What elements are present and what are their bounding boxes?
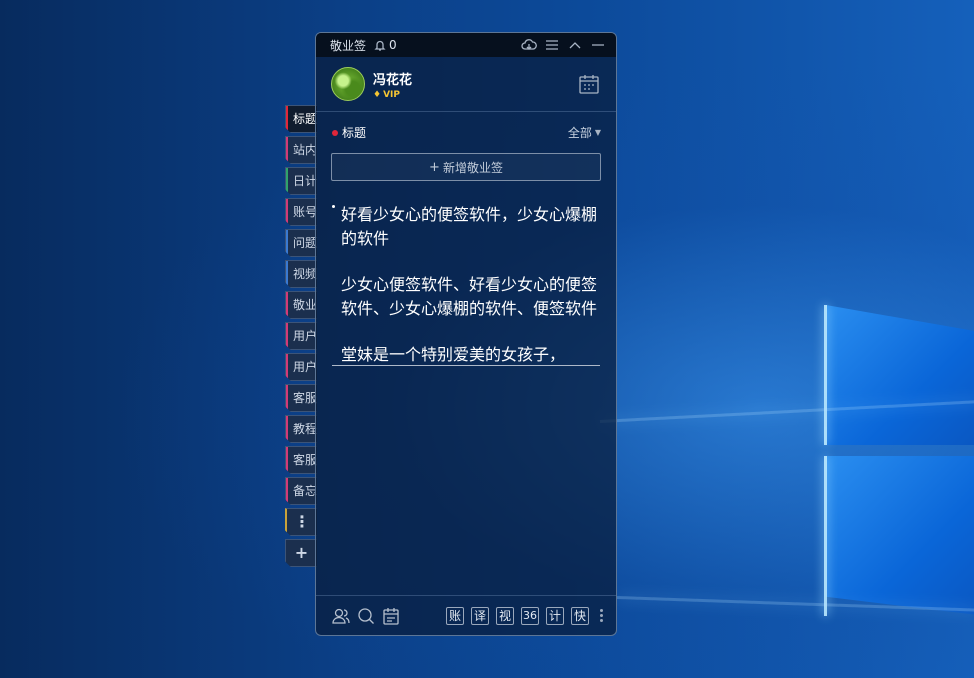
user-bar: 冯花花 ♦ VIP <box>316 57 616 112</box>
section-header: 标题 全部 ▼ <box>316 112 616 141</box>
note-paragraph: 堂妹是一个特别爱美的女孩子， <box>341 345 566 363</box>
tab-color-stripe <box>286 323 288 349</box>
avatar[interactable] <box>331 67 365 101</box>
minimize-icon[interactable] <box>590 37 606 53</box>
notification-count: 0 <box>389 38 397 52</box>
quick-button[interactable]: 快 <box>571 606 589 625</box>
tab-color-stripe <box>286 478 288 504</box>
tab-color-stripe <box>286 354 288 380</box>
side-tab[interactable]: 日计 <box>285 167 317 195</box>
section-color-dot <box>332 129 338 136</box>
side-tab[interactable]: 标题 <box>285 105 317 133</box>
caret-down-icon: ▼ <box>594 128 601 137</box>
gem-icon: ♦ <box>373 89 382 100</box>
quick-button[interactable]: 译 <box>471 606 489 625</box>
side-tab[interactable]: 敬业 <box>285 291 317 319</box>
menu-icon[interactable] <box>544 37 560 53</box>
side-add-button[interactable]: + <box>285 539 317 567</box>
side-tab-label: 账号 <box>293 205 317 219</box>
vip-label: VIP <box>383 89 400 100</box>
side-tab-label: 客服 <box>293 453 317 467</box>
side-tab[interactable]: 账号 <box>285 198 317 226</box>
tab-color-stripe <box>286 106 288 132</box>
note-bullet <box>332 205 335 208</box>
side-tab[interactable]: 问题 <box>285 229 317 257</box>
side-tab-label: 用户 <box>293 329 317 343</box>
side-tab-label: 用户 <box>293 360 317 374</box>
sticky-note-window: 敬业签 0 冯花花 ♦ VIP 标题 全部 ▼ + 新增敬业签 好看少女心的便签… <box>315 32 617 636</box>
side-tab[interactable]: 客服 <box>285 446 317 474</box>
note-paragraph: 少女心便签软件、好看少女心的便签软件、少女心爆棚的软件、便签软件 <box>341 275 598 318</box>
note-divider <box>332 365 600 366</box>
side-tab-label: 标题 <box>293 112 317 126</box>
filter-label: 全部 <box>567 126 592 140</box>
side-tab[interactable]: 备忘 <box>285 477 317 505</box>
vip-badge[interactable]: ♦ VIP <box>373 90 577 100</box>
side-tab-label: 备忘 <box>293 484 317 498</box>
filter-dropdown[interactable]: 全部 ▼ <box>568 124 601 141</box>
side-tab[interactable]: 客服 <box>285 384 317 412</box>
quick-button[interactable]: 36 <box>521 606 539 625</box>
tab-color-stripe <box>286 261 288 287</box>
tab-color-stripe <box>286 137 288 163</box>
cloud-sync-icon[interactable] <box>521 37 537 53</box>
side-tab-label: 视频 <box>293 267 317 281</box>
side-tab[interactable]: 用户 <box>285 353 317 381</box>
side-more-button[interactable]: ⋮ <box>285 508 317 536</box>
quick-button[interactable]: 账 <box>446 606 464 625</box>
windows-logo-pane <box>826 456 974 616</box>
side-tab[interactable]: 站内 <box>285 136 317 164</box>
tab-color-stripe <box>286 292 288 318</box>
side-tab[interactable]: 教程 <box>285 415 317 443</box>
side-tab-label: 教程 <box>293 422 317 436</box>
title-bar[interactable]: 敬业签 0 <box>316 33 616 57</box>
side-tab-label: 日计 <box>293 174 317 188</box>
side-tab-label: 站内 <box>293 143 317 157</box>
note-paragraph: 好看少女心的便签软件，少女心爆棚的软件 <box>341 205 598 248</box>
chevron-up-icon[interactable] <box>567 37 583 53</box>
quick-buttons: 账译视 36 计快 <box>439 606 589 625</box>
contacts-icon[interactable] <box>330 605 352 627</box>
quick-button[interactable]: 视 <box>496 606 514 625</box>
side-tab-label: 问题 <box>293 236 317 250</box>
add-note-label: 新增敬业签 <box>442 160 503 175</box>
windows-logo-pane <box>826 305 974 445</box>
side-tab[interactable]: 视频 <box>285 260 317 288</box>
calendar-icon[interactable] <box>577 72 601 96</box>
add-note-button[interactable]: + 新增敬业签 <box>331 153 601 181</box>
notes-icon[interactable] <box>380 605 402 627</box>
tab-color-stripe <box>286 416 288 442</box>
side-tab-label: 敬业 <box>293 298 317 312</box>
tab-color-stripe <box>286 447 288 473</box>
tab-color-stripe <box>286 168 288 194</box>
category-tabs: 标题 站内 日计 账号 问题 视频 敬业 用户 用户 客服 教程 客服 备忘 ⋮ + <box>285 105 317 570</box>
note-item[interactable]: 好看少女心的便签软件，少女心爆棚的软件 少女心便签软件、好看少女心的便签软件、少… <box>332 203 600 363</box>
user-info: 冯花花 ♦ VIP <box>373 69 577 100</box>
bell-icon[interactable] <box>374 39 386 51</box>
section-title: 标题 <box>342 126 367 140</box>
plus-icon: + <box>429 159 440 175</box>
username: 冯花花 <box>373 72 413 88</box>
tab-color-stripe <box>286 385 288 411</box>
light-edge <box>824 456 827 616</box>
footer-toolbar: 账译视 36 计快 <box>316 595 616 635</box>
app-title: 敬业签 <box>330 38 367 53</box>
side-tab[interactable]: 用户 <box>285 322 317 350</box>
light-edge <box>824 305 827 445</box>
quick-button[interactable]: 计 <box>546 606 564 625</box>
search-icon[interactable] <box>355 605 377 627</box>
tab-color-stripe <box>286 199 288 225</box>
more-icon[interactable] <box>596 608 606 623</box>
side-tab-label: 客服 <box>293 391 317 405</box>
tab-color-stripe <box>286 230 288 256</box>
